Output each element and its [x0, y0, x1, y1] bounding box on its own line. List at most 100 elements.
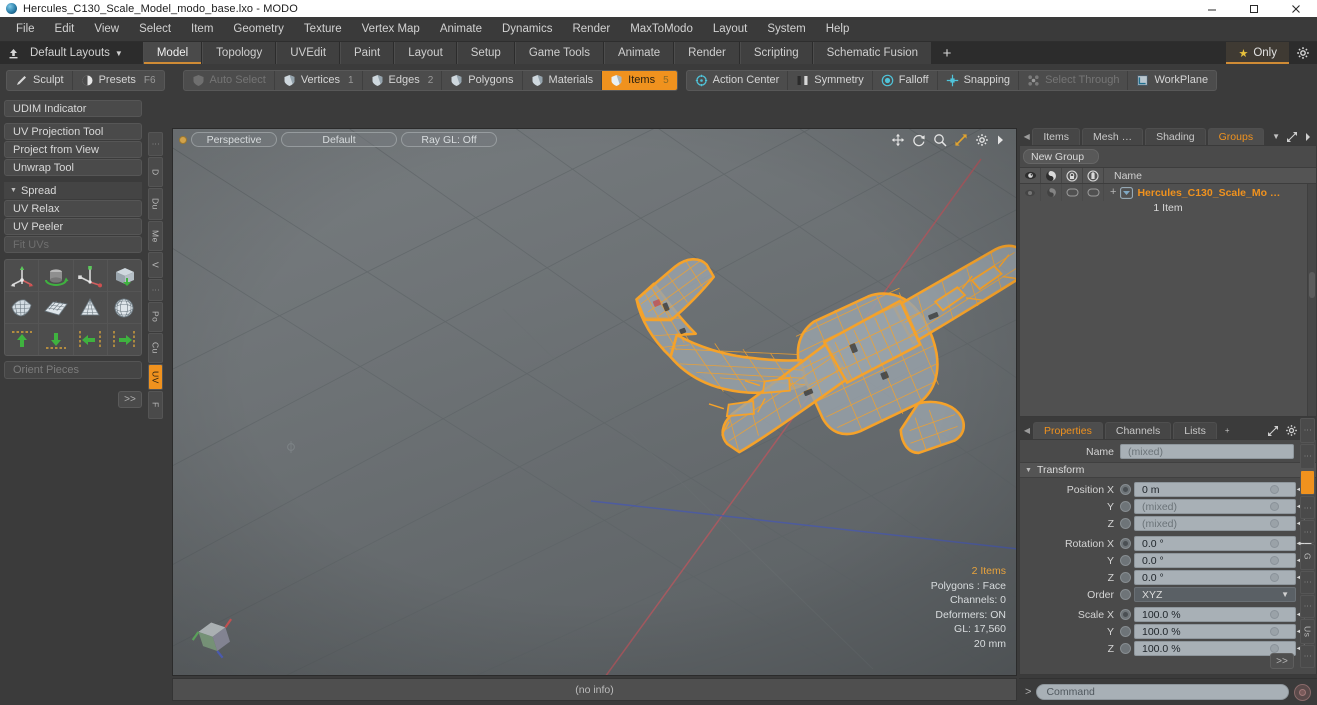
select-through-button[interactable]: Select Through [1019, 70, 1129, 90]
groups-list-scrollbar[interactable] [1307, 184, 1316, 416]
spread-section-header[interactable]: ▼ Spread [4, 182, 142, 199]
rotation-y-anim-circle[interactable] [1270, 556, 1279, 565]
pan-icon[interactable] [891, 133, 905, 147]
presets-button[interactable]: Presets F6 [73, 71, 164, 90]
sculpt-button[interactable]: Sculpt [7, 70, 73, 90]
expand-icon[interactable] [1286, 131, 1298, 143]
tab-items[interactable]: Items [1032, 128, 1080, 145]
position-y-anim-circle[interactable] [1270, 502, 1279, 511]
rotation-z-anim-circle[interactable] [1270, 573, 1279, 582]
position-x-anim-circle[interactable] [1270, 485, 1279, 494]
rotation-x-anim-circle[interactable] [1270, 539, 1279, 548]
row-select-toggle[interactable] [1083, 184, 1104, 201]
chevron-left-icon[interactable]: ◀ [1021, 422, 1033, 439]
vtab-dots-2[interactable]: ⋮ [148, 279, 163, 301]
rvtab-user[interactable]: Us [1300, 618, 1315, 644]
uv-grid-flat-icon[interactable] [39, 292, 73, 323]
scale-axis-icon[interactable] [73, 260, 107, 291]
gear-icon[interactable] [1289, 42, 1317, 64]
uv-sphere-icon[interactable] [107, 292, 141, 323]
uv-projection-tool-button[interactable]: UV Projection Tool [4, 123, 142, 140]
command-input[interactable]: Command [1036, 684, 1289, 700]
new-group-button[interactable]: New Group [1023, 149, 1099, 164]
render-icon[interactable] [1041, 168, 1062, 183]
udim-indicator-button[interactable]: UDIM Indicator [4, 100, 142, 117]
orient-pieces-input[interactable]: Orient Pieces [4, 361, 142, 379]
chevron-right-icon[interactable] [996, 134, 1004, 146]
tab-render[interactable]: Render [674, 42, 740, 64]
position-y-radio[interactable] [1120, 501, 1131, 512]
properties-more-button[interactable]: >> [1270, 653, 1294, 669]
menu-view[interactable]: View [84, 20, 129, 38]
rvtab-dots-1[interactable]: ⋮ [1300, 418, 1315, 444]
rotate-cylinder-icon[interactable] [39, 260, 73, 291]
vtab-dots-1[interactable]: ⋮ [148, 132, 163, 156]
vtab-deform[interactable]: D [148, 157, 163, 187]
fit-uvs-button[interactable]: Fit UVs [4, 236, 142, 253]
rvtab-dots-2[interactable]: ⋮ [1300, 444, 1315, 470]
minimize-icon[interactable] [1191, 0, 1233, 17]
symmetry-button[interactable]: Symmetry [788, 70, 873, 90]
eye-icon[interactable] [1020, 168, 1041, 183]
move-axis-icon[interactable] [5, 260, 39, 291]
rvtab-active[interactable] [1300, 470, 1315, 496]
left-panel-more-button[interactable]: >> [118, 391, 142, 408]
row-eye-toggle[interactable] [1020, 184, 1041, 201]
tab-scripting[interactable]: Scripting [739, 42, 813, 64]
rvtab-dots-3[interactable]: ⋮ [1300, 496, 1315, 520]
gear-icon[interactable] [1285, 424, 1298, 437]
zoom-icon[interactable] [933, 133, 947, 147]
vtab-fur[interactable]: F [148, 391, 163, 419]
lock-icon[interactable] [1062, 168, 1083, 183]
scale-x-radio[interactable] [1120, 609, 1131, 620]
edges-button[interactable]: Edges 2 [363, 70, 443, 90]
align-down-icon[interactable] [39, 324, 73, 355]
rotation-y-radio[interactable] [1120, 555, 1131, 566]
scale-y-field[interactable]: 100.0 % ◀▶ [1134, 624, 1312, 639]
viewport-raygl-dropdown[interactable]: Ray GL: Off [401, 132, 497, 147]
uv-relax-button[interactable]: UV Relax [4, 200, 142, 217]
menu-file[interactable]: File [6, 20, 45, 38]
select-icon[interactable] [1083, 168, 1104, 183]
project-from-view-button[interactable]: Project from View [4, 141, 142, 158]
rvtab-groups[interactable]: G [1300, 544, 1315, 570]
scale-z-radio[interactable] [1120, 643, 1131, 654]
rotate-icon[interactable] [912, 133, 926, 147]
expand-icon[interactable] [1267, 425, 1279, 437]
scale-y-radio[interactable] [1120, 626, 1131, 637]
orientation-cube-gizmo[interactable] [189, 614, 235, 663]
viewport-active-dot[interactable] [179, 135, 187, 144]
rotation-z-radio[interactable] [1120, 572, 1131, 583]
tab-topology[interactable]: Topology [202, 42, 277, 64]
viewport-view-mode-dropdown[interactable]: Perspective [191, 132, 277, 147]
uv-fit-icon[interactable] [5, 292, 39, 323]
row-render-toggle[interactable] [1041, 184, 1062, 201]
order-dropdown[interactable]: XYZ ▼ [1134, 587, 1296, 602]
rvtab-dots-7[interactable]: ⋮ [1300, 644, 1315, 669]
menu-maxtomodo[interactable]: MaxToModo [620, 20, 703, 38]
vtab-polygon[interactable]: Po [148, 302, 163, 332]
chevron-left-icon[interactable]: ◀ [1021, 128, 1032, 145]
position-x-field[interactable]: 0 m ◀▶ [1134, 482, 1312, 497]
vtab-duplicate[interactable]: Du [148, 188, 163, 220]
menu-vertex-map[interactable]: Vertex Map [352, 20, 430, 38]
auto-select-button[interactable]: Auto Select [184, 70, 275, 90]
gear-icon[interactable] [975, 133, 989, 147]
tab-mesh[interactable]: Mesh … [1082, 128, 1144, 145]
viewport-canvas[interactable] [173, 129, 1016, 675]
rvtab-dots-6[interactable]: ⋮ [1300, 594, 1315, 618]
tab-uvedit[interactable]: UVEdit [276, 42, 341, 64]
position-z-radio[interactable] [1120, 518, 1131, 529]
tab-game-tools[interactable]: Game Tools [514, 42, 604, 64]
uv-cone-icon[interactable] [73, 292, 107, 323]
scale-z-anim-circle[interactable] [1270, 644, 1279, 653]
align-right-icon[interactable] [107, 324, 141, 355]
rvtab-dots-5[interactable]: ⋮ [1300, 570, 1315, 594]
tab-shading[interactable]: Shading [1145, 128, 1206, 145]
fit-icon[interactable] [954, 133, 968, 147]
snapping-button[interactable]: Snapping [938, 70, 1020, 90]
tab-channels[interactable]: Channels [1104, 422, 1172, 439]
menu-system[interactable]: System [757, 20, 815, 38]
tab-properties[interactable]: Properties [1033, 422, 1103, 439]
uv-peeler-button[interactable]: UV Peeler [4, 218, 142, 235]
